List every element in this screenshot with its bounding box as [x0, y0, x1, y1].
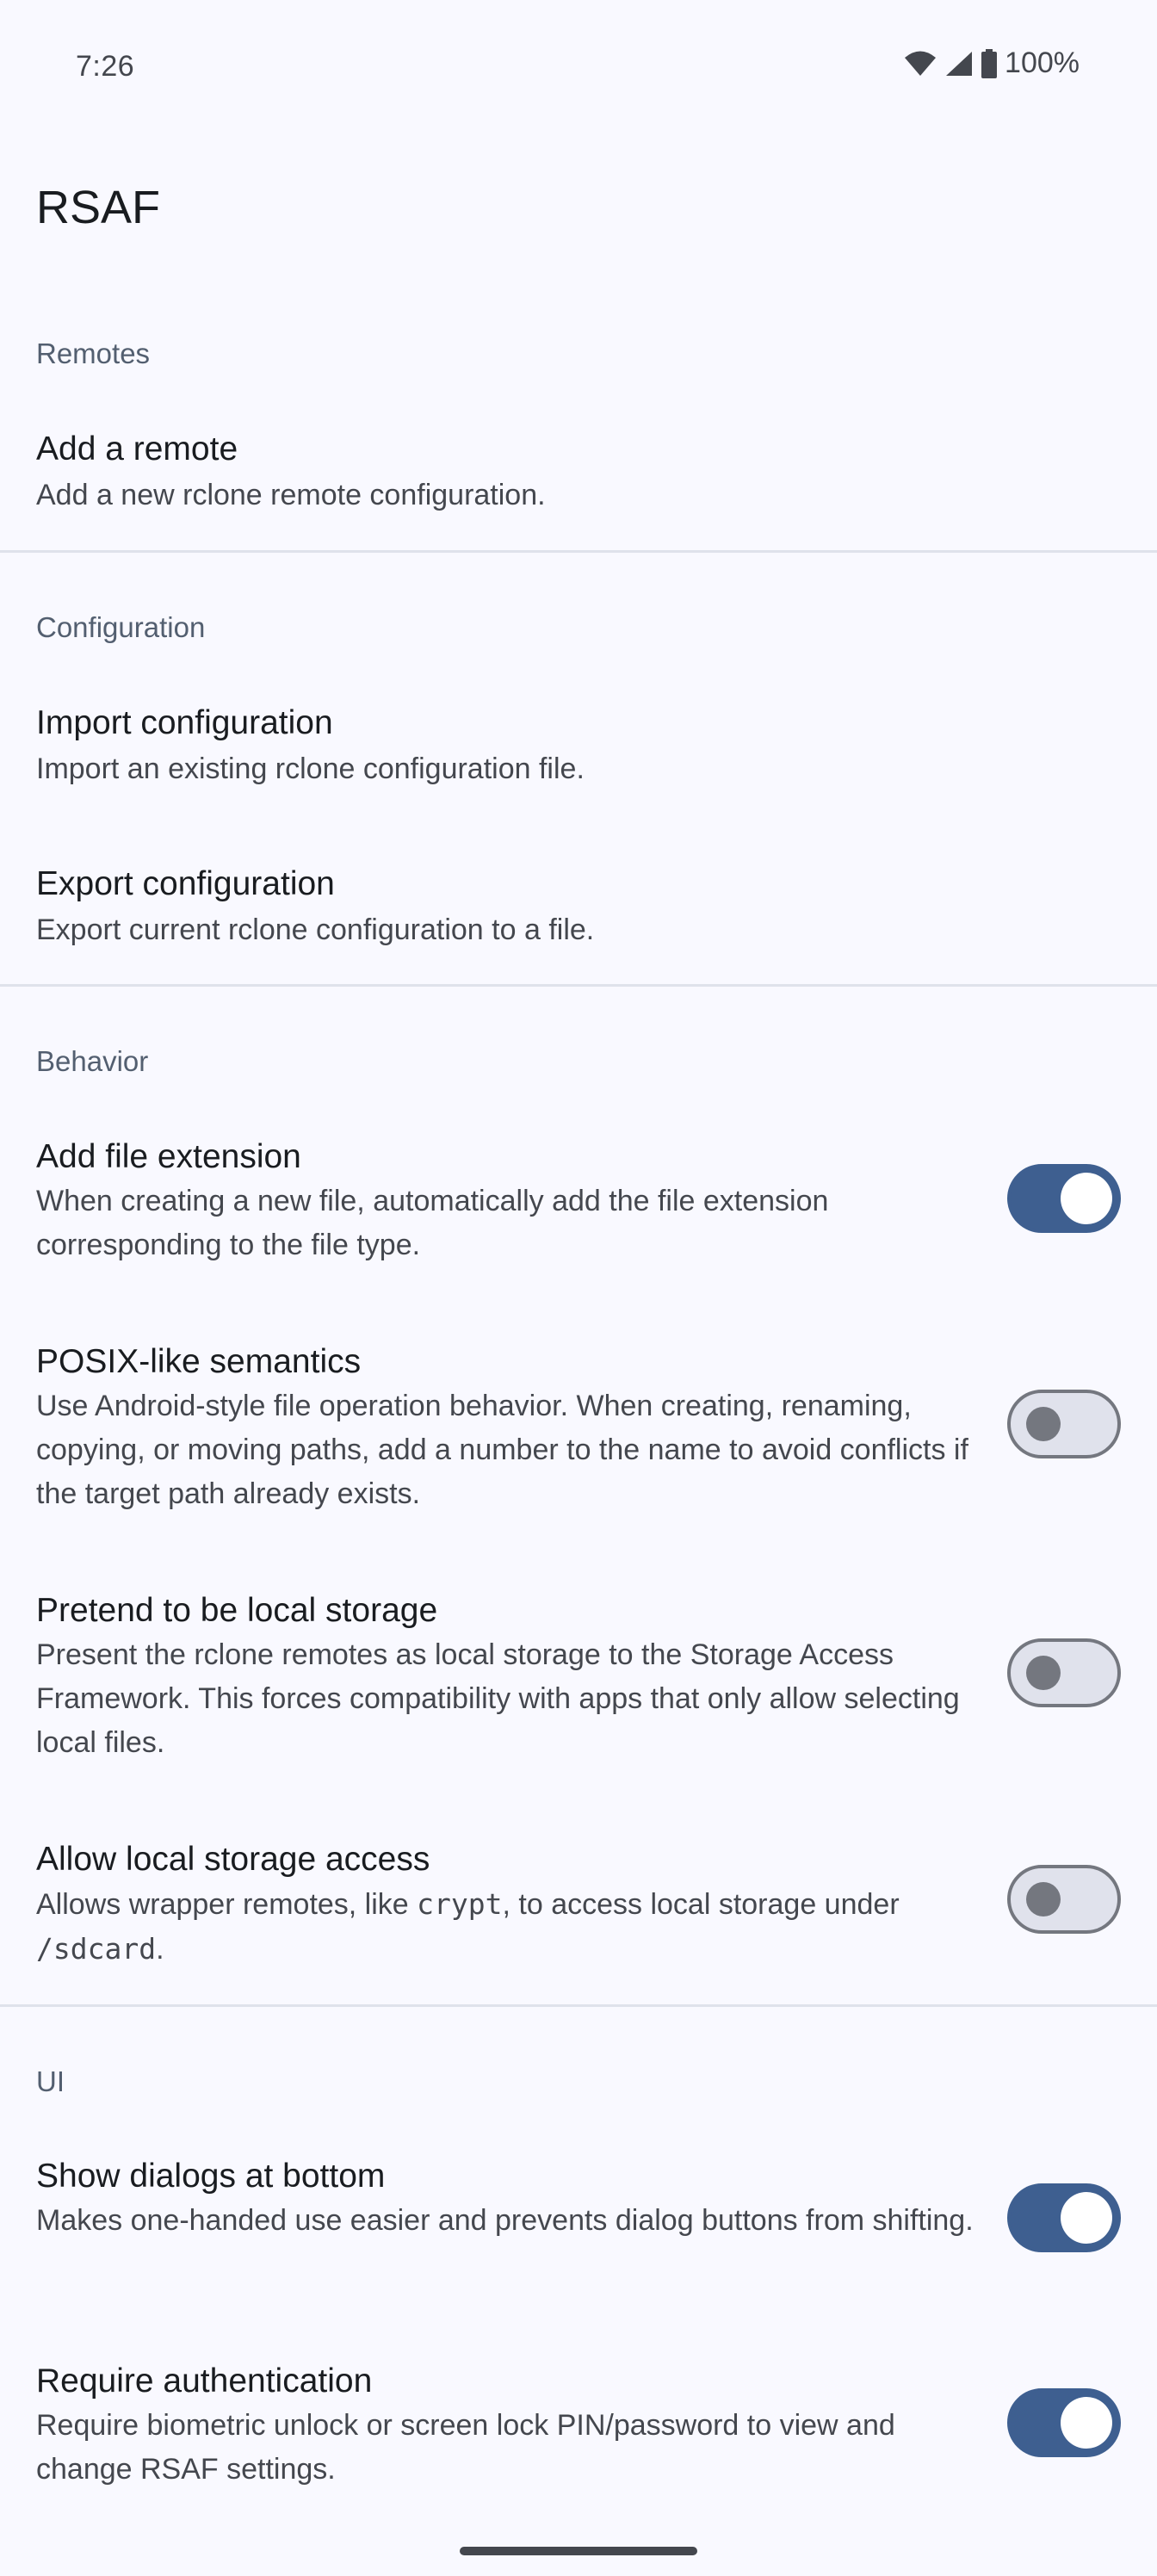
pref-require-authentication[interactable]: Require authentication Require biometric… — [0, 2344, 1157, 2507]
section-header-behavior: Behavior — [36, 1045, 149, 1077]
pref-title: POSIX-like semantics — [36, 1343, 362, 1380]
page-title: RSAF — [36, 182, 161, 233]
pref-posix-semantics[interactable]: POSIX-like semantics Use Android-style f… — [0, 1324, 1157, 1539]
show-dialogs-at-bottom-toggle[interactable] — [1007, 2183, 1121, 2252]
wifi-icon — [905, 51, 937, 76]
pref-title: Add a remote — [36, 430, 238, 468]
divider — [0, 2004, 1157, 2007]
pref-add-remote[interactable]: Add a remote Add a new rclone remote con… — [0, 405, 1157, 542]
pref-title: Add file extension — [36, 1138, 301, 1175]
toggle-thumb — [1061, 2192, 1112, 2244]
section-header-configuration: Configuration — [36, 611, 206, 643]
pref-title: Require authentication — [36, 2362, 373, 2400]
pref-summary: Export current rclone configuration to a… — [36, 913, 595, 946]
pref-import-configuration[interactable]: Import configuration Import an existing … — [0, 680, 1157, 827]
pretend-local-storage-toggle[interactable] — [1007, 1638, 1121, 1707]
pref-summary: Allows wrapper remotes, like crypt, to a… — [36, 1882, 974, 1972]
pref-add-file-extension[interactable]: Add file extension When creating a new f… — [0, 1119, 1157, 1283]
pref-summary: Makes one-handed use easier and prevents… — [36, 2204, 974, 2237]
pref-export-configuration[interactable]: Export configuration Export current rclo… — [0, 841, 1157, 988]
status-icons: 100% — [903, 46, 1080, 80]
summary-text: , to access local storage under — [502, 1888, 900, 1921]
pref-title: Allow local storage access — [36, 1841, 430, 1878]
pref-pretend-local-storage[interactable]: Pretend to be local storage Present the … — [0, 1573, 1157, 1788]
cell-signal-icon — [946, 51, 973, 76]
status-time: 7:26 — [76, 50, 135, 83]
pref-allow-local-storage-access[interactable]: Allow local storage access Allows wrappe… — [0, 1822, 1157, 1994]
toggle-thumb — [1061, 2397, 1112, 2449]
summary-text: Allows wrapper remotes, like — [36, 1888, 418, 1921]
pref-title: Show dialogs at bottom — [36, 2158, 386, 2195]
divider — [0, 984, 1157, 987]
pref-summary: Use Android-style file operation behavio… — [36, 1390, 968, 1510]
pref-summary: When creating a new file, automatically … — [36, 1185, 829, 1261]
summary-code-sdcard: /sdcard — [36, 1932, 157, 1966]
toggle-thumb — [1026, 1407, 1061, 1441]
summary-code-crypt: crypt — [417, 1887, 503, 1921]
battery-icon — [981, 48, 998, 78]
summary-text: . — [156, 1933, 164, 1966]
require-authentication-toggle[interactable] — [1007, 2388, 1121, 2457]
pref-show-dialogs-at-bottom[interactable]: Show dialogs at bottom Makes one-handed … — [0, 2139, 1157, 2302]
pref-summary: Present the rclone remotes as local stor… — [36, 1638, 960, 1759]
pref-title: Pretend to be local storage — [36, 1592, 438, 1629]
battery-percent: 100% — [1005, 46, 1080, 79]
divider — [0, 550, 1157, 553]
toggle-thumb — [1061, 1173, 1112, 1224]
toggle-thumb — [1026, 1882, 1061, 1917]
pref-summary: Import an existing rclone configuration … — [36, 752, 585, 785]
posix-semantics-toggle[interactable] — [1007, 1390, 1121, 1458]
pref-summary: Require biometric unlock or screen lock … — [36, 2409, 895, 2486]
allow-local-storage-access-toggle[interactable] — [1007, 1865, 1121, 1934]
pref-title: Import configuration — [36, 704, 333, 741]
pref-summary: Add a new rclone remote configuration. — [36, 479, 546, 511]
status-bar: 7:26 100% — [0, 0, 1157, 138]
gesture-nav-handle[interactable] — [460, 2547, 697, 2555]
add-file-extension-toggle[interactable] — [1007, 1164, 1121, 1233]
section-header-remotes: Remotes — [36, 337, 151, 369]
toggle-thumb — [1026, 1656, 1061, 1690]
pref-title: Export configuration — [36, 865, 335, 902]
section-header-ui: UI — [36, 2065, 65, 2097]
